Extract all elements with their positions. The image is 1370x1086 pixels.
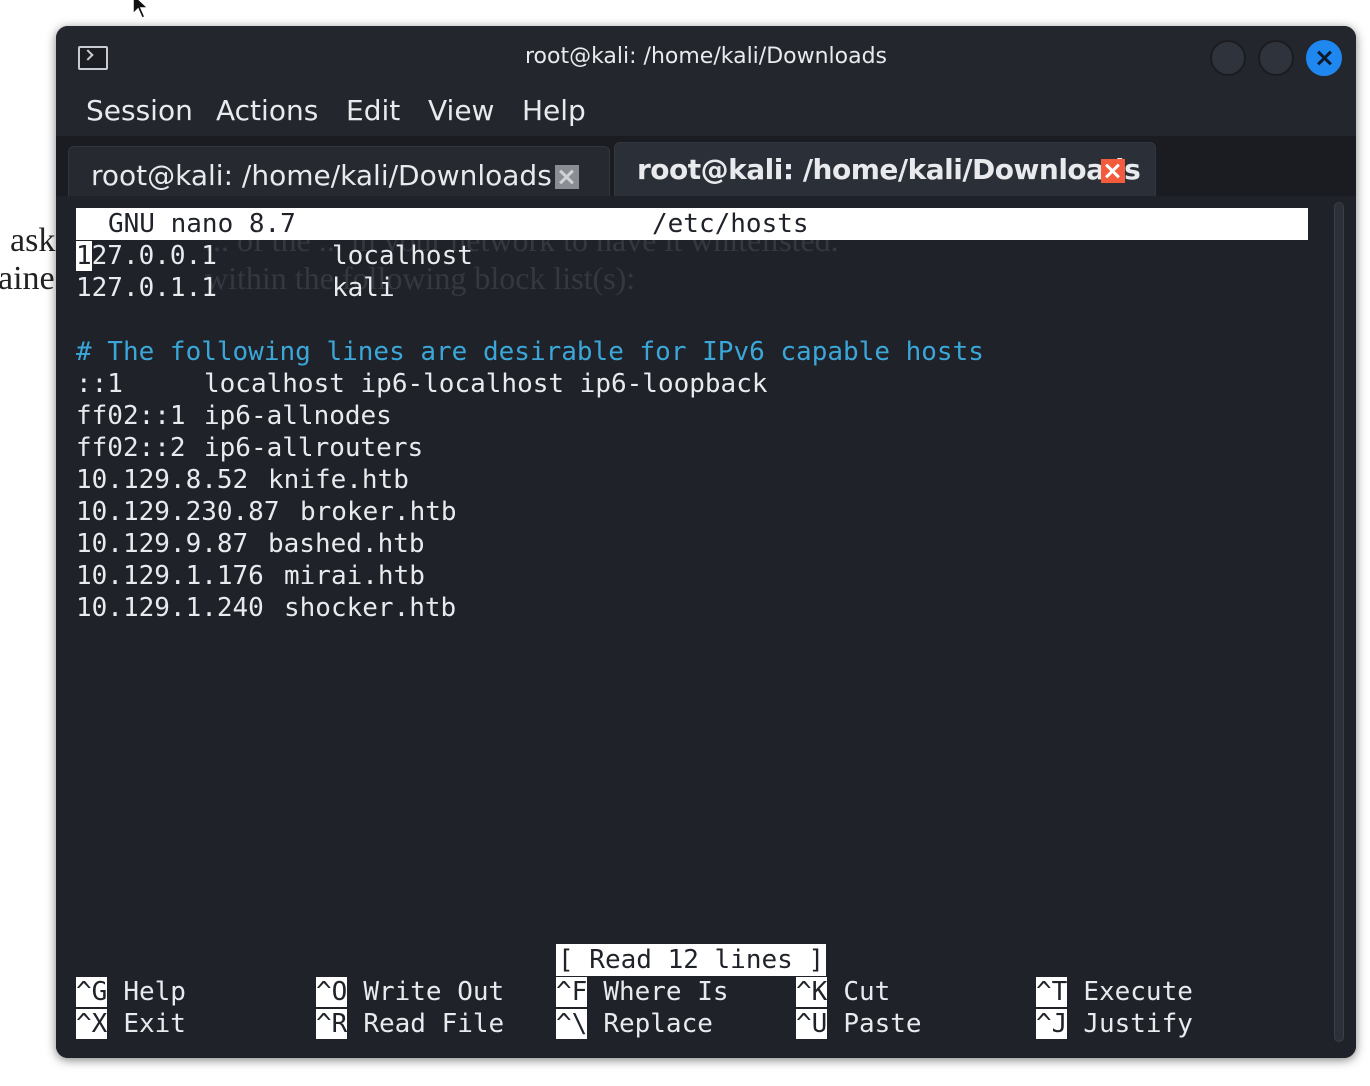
title-bar[interactable]: root@kali: /home/kali/Downloads [56,26,1356,90]
menu-view[interactable]: View [428,94,494,127]
file-line[interactable]: 10.129.1.176 mirai.htb [76,560,984,592]
shortcut-label: Write Out [363,977,505,1007]
shortcut-label: Read File [363,1009,505,1039]
menu-session[interactable]: Session [86,94,193,127]
window-title: root@kali: /home/kali/Downloads [524,44,888,69]
ip-address: 10.129.230.87 [76,497,280,527]
file-line[interactable]: ff02::1 ip6-allnodes [76,400,984,432]
shortcut-label: Justify [1083,1009,1193,1039]
close-button[interactable] [1306,40,1342,76]
shortcut-cut[interactable]: ^K Cut [796,976,890,1008]
comment-text: # The following lines are desirable for … [76,337,984,367]
shortcut-bar: ^G Help ^X Exit ^O Write Out ^R Read File ^F Wher… [76,976,1316,1040]
tab-downloads-2[interactable]: root@kali: /home/kali/Downloads [614,142,1156,200]
hostname: bashed.htb [268,529,425,559]
shortcut-key: ^T [1036,977,1068,1007]
ip-address: ::1 [76,369,123,399]
scrollbar[interactable] [1334,202,1344,1042]
ip-address: 10.129.9.87 [76,529,249,559]
shortcut-execute[interactable]: ^T Execute [1036,976,1193,1008]
shortcut-key: ^O [316,977,348,1007]
file-line[interactable]: # The following lines are desirable for … [76,336,984,368]
menu-edit[interactable]: Edit [346,94,400,127]
hostname: knife.htb [268,465,409,495]
hostname: broker.htb [300,497,457,527]
ip-address: ff02::1 [76,401,186,431]
shortcut-key: ^X [76,1009,108,1039]
file-line[interactable]: 10.129.9.87 bashed.htb [76,528,984,560]
shortcut-key: ^R [316,1009,348,1039]
terminal-window: root@kali: /home/kali/Downloads Session … [56,26,1356,1058]
shortcut-label: Paste [843,1009,922,1039]
ip-address: 127.0.0.1 [76,240,217,272]
shortcut-label: Replace [603,1009,713,1039]
shortcut-key: ^G [76,977,108,1007]
background-page-text: aine [0,260,55,297]
hostname: ip6-allrouters [204,433,424,463]
ip-address: 127.0.1.1 [76,273,217,303]
text-cursor: 1 [76,241,92,271]
mouse-pointer-icon [132,0,150,19]
shortcut-label: Where Is [603,977,729,1007]
shortcut-justify[interactable]: ^J Justify [1036,1008,1193,1040]
hostname: mirai.htb [284,561,425,591]
maximize-button[interactable] [1258,40,1294,76]
ip-address-rest: 27.0.0.1 [91,241,217,271]
shortcut-key: ^\ [556,1009,588,1039]
status-message: [ Read 12 lines ] [556,944,827,976]
file-line[interactable]: 10.129.8.52 knife.htb [76,464,984,496]
background-page-text: ask [10,222,56,259]
tab-bar: root@kali: /home/kali/Downloads root@kal… [56,136,1356,204]
shortcut-where-is[interactable]: ^F Where Is [556,976,729,1008]
shortcut-read-file[interactable]: ^R Read File [316,1008,504,1040]
file-content[interactable]: 127.0.0.1 localhost 127.0.1.1 kali # The fol… [76,240,984,624]
file-line[interactable]: 10.129.230.87 broker.htb [76,496,984,528]
shortcut-label: Execute [1083,977,1193,1007]
terminal-area[interactable]: GNU nano 8.7 /etc/hosts 127.0.0.1 localho… [56,196,1356,1058]
file-line[interactable]: 10.129.1.240 shocker.htb [76,592,984,624]
shortcut-replace[interactable]: ^\ Replace [556,1008,713,1040]
file-line[interactable]: ::1 localhost ip6-localhost ip6-loopback [76,368,984,400]
ip-address: 10.129.8.52 [76,465,249,495]
background-ghost-text: within the following block list(s): [205,260,636,296]
tab-close-icon[interactable] [1101,159,1125,183]
hostname: localhost ip6-localhost ip6-loopback [204,369,768,399]
shortcut-exit[interactable]: ^X Exit [76,1008,186,1040]
shortcut-write-out[interactable]: ^O Write Out [316,976,504,1008]
shortcut-paste[interactable]: ^U Paste [796,1008,922,1040]
menu-help[interactable]: Help [522,94,586,127]
tab-label: root@kali: /home/kali/Downloads [91,159,552,192]
file-line[interactable] [76,304,984,336]
tab-label: root@kali: /home/kali/Downloads [637,153,1141,186]
minimize-button[interactable] [1210,40,1246,76]
shortcut-label: Exit [123,1009,186,1039]
hostname: shocker.htb [284,593,457,623]
shortcut-label: Cut [843,977,891,1007]
ip-address: 10.129.1.176 [76,561,264,591]
hostname: ip6-allnodes [204,401,392,431]
shortcut-help[interactable]: ^G Help [76,976,186,1008]
shortcut-key: ^F [556,977,588,1007]
shortcut-key: ^J [1036,1009,1068,1039]
shortcut-key: ^U [796,1009,828,1039]
file-line[interactable]: ff02::2 ip6-allrouters [76,432,984,464]
menu-actions[interactable]: Actions [216,94,318,127]
ip-address: 10.129.1.240 [76,593,264,623]
ip-address: ff02::2 [76,433,186,463]
menu-bar: Session Actions Edit View Help [56,90,1356,136]
tab-close-icon[interactable] [555,165,579,189]
shortcut-key: ^K [796,977,828,1007]
background-ghost-text: ... of the ... in your network to have i… [205,222,839,258]
shortcut-label: Help [123,977,186,1007]
